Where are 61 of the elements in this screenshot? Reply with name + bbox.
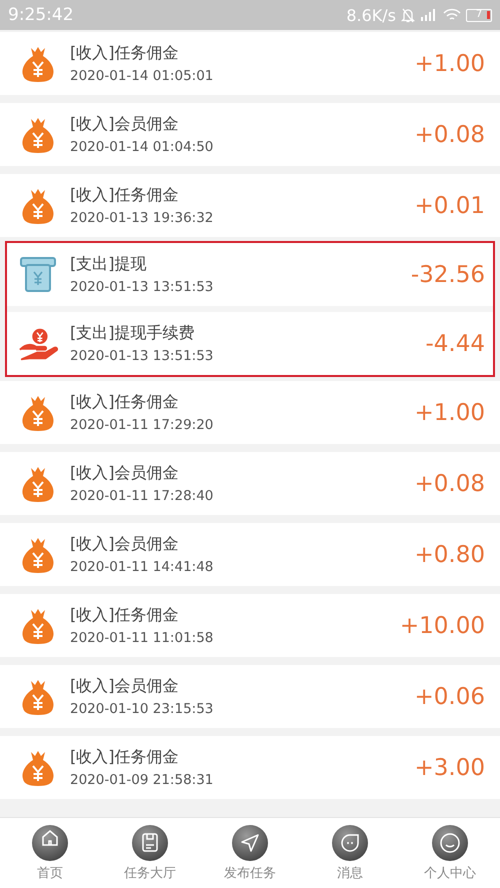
battery-icon: 7 [466,8,492,22]
record-time: 2020-01-11 14:41:48 [70,558,214,576]
record-row[interactable]: [收入]任务佣金 2020-01-14 01:05:01 +1.00 [0,32,500,95]
smiley-icon [432,824,468,860]
record-amount: +1.00 [414,400,485,426]
record-time: 2020-01-13 13:51:53 [70,278,214,296]
record-amount: +0.80 [414,542,485,568]
record-time: 2020-01-11 17:28:40 [70,486,214,504]
record-amount: +3.00 [414,754,485,780]
record-amount: +0.06 [414,684,485,710]
record-time: 2020-01-13 13:51:53 [70,346,214,364]
atm-icon [18,256,58,294]
record-row[interactable]: [收入]会员佣金 2020-01-11 14:41:48 +0.80 [0,523,500,586]
tab-item[interactable]: 任务大厅 [105,824,195,882]
record-amount: +0.01 [414,192,485,218]
record-row[interactable]: [支出]提现手续费 2020-01-13 13:51:53 -4.44 [7,312,493,375]
record-title: [收入]任务佣金 [70,184,180,204]
record-row[interactable]: [收入]任务佣金 2020-01-13 19:36:32 +0.01 [0,174,500,237]
tab-item[interactable]: 发布任务 [205,824,295,882]
home-icon [32,824,68,860]
record-title: [收入]任务佣金 [70,392,180,412]
record-row[interactable]: [收入]任务佣金 2020-01-11 11:01:58 +10.00 [0,594,500,657]
record-time: 2020-01-14 01:05:01 [70,66,214,84]
record-row[interactable]: [收入]任务佣金 2020-01-09 21:58:31 +3.00 [0,736,500,799]
record-amount: -4.44 [425,330,485,356]
record-row[interactable]: [收入]任务佣金 2020-01-11 17:29:20 +1.00 [0,381,500,444]
record-row[interactable]: [收入]会员佣金 2020-01-10 23:15:53 +0.06 [0,665,500,728]
record-time: 2020-01-11 11:01:58 [70,628,214,646]
network-speed: 8.6K/s [346,6,396,24]
record-time: 2020-01-13 19:36:32 [70,208,214,226]
record-row[interactable]: [支出]提现 2020-01-13 13:51:53 -32.56 [7,243,493,306]
record-amount: +0.08 [414,470,485,496]
record-row[interactable]: [收入]会员佣金 2020-01-14 01:04:50 +0.08 [0,103,500,166]
record-amount: -32.56 [410,262,485,288]
tab-item[interactable]: 首页 [5,824,95,882]
record-amount: +10.00 [400,612,485,638]
record-title: [收入]任务佣金 [70,746,180,766]
record-time: 2020-01-09 21:58:31 [70,770,214,788]
record-title: [支出]提现手续费 [70,322,196,342]
record-title: [收入]会员佣金 [70,462,180,482]
record-time: 2020-01-10 23:15:53 [70,700,214,718]
signal-icon [420,8,438,22]
record-amount: +0.08 [414,122,485,148]
tab-item[interactable]: 个人中心 [405,824,495,882]
record-row[interactable]: [收入]会员佣金 2020-01-11 17:28:40 +0.08 [0,452,500,515]
record-title: [支出]提现 [70,254,148,274]
record-title: [收入]任务佣金 [70,604,180,624]
bell-muted-icon [401,7,415,23]
record-time: 2020-01-11 17:29:20 [70,416,214,434]
message-icon [332,824,368,860]
wifi-icon [443,8,461,22]
record-title: [收入]会员佣金 [70,114,180,134]
tab-item[interactable]: 消息 [305,824,395,882]
record-amount: +1.00 [414,50,485,76]
send-icon [232,824,268,860]
record-time: 2020-01-14 01:04:50 [70,138,214,156]
clock: 9:25:42 [8,5,74,25]
record-title: [收入]任务佣金 [70,42,180,62]
record-title: [收入]会员佣金 [70,676,180,696]
record-title: [收入]会员佣金 [70,534,180,554]
document-icon [132,824,168,860]
